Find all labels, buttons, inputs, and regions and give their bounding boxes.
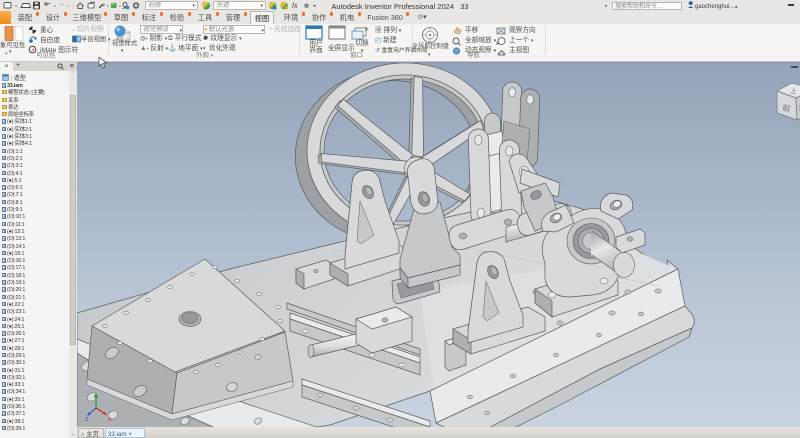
svg-text:Z: Z (85, 417, 89, 422)
svg-text:X: X (108, 417, 112, 422)
svg-text:▾: ▾ (735, 5, 738, 11)
svg-text:gaochenghui…: gaochenghui… (695, 4, 735, 10)
